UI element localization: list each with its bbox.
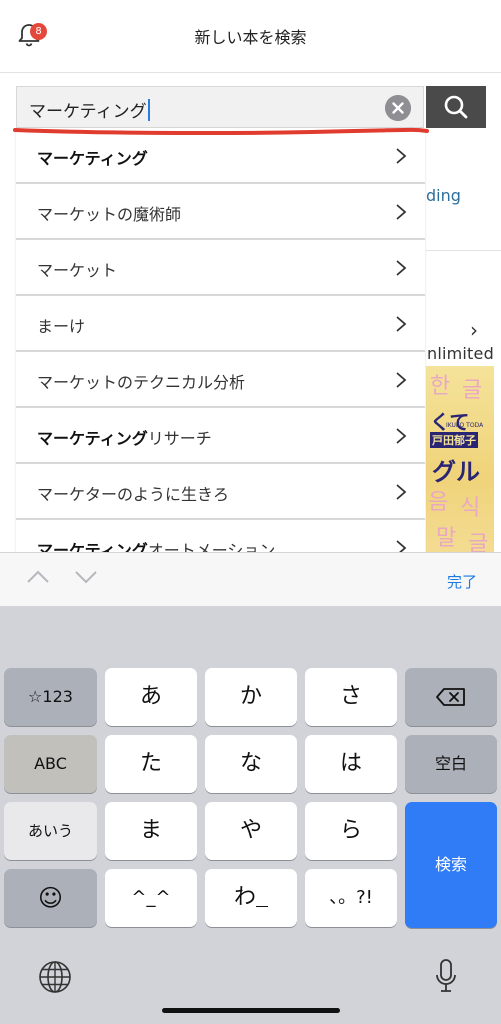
- suggestion-item[interactable]: まーけ: [16, 296, 425, 352]
- suggestion-rest-text: まーけ: [37, 317, 86, 336]
- microphone-icon[interactable]: [434, 958, 458, 994]
- book-cover-text: くて: [430, 410, 470, 434]
- key-ra[interactable]: ら: [305, 802, 397, 860]
- key-ha[interactable]: は: [305, 735, 397, 793]
- suggestion-label: マーケターのように生きろ: [37, 481, 229, 505]
- suggestion-label: マーケティングオートメーション: [37, 537, 275, 552]
- clear-x-icon[interactable]: [385, 95, 411, 121]
- book-title-fragment: グル: [432, 458, 480, 486]
- header-bar: 8 新しい本を検索: [0, 0, 501, 73]
- search-key[interactable]: 検索: [405, 802, 497, 928]
- search-input[interactable]: マーケティング: [16, 86, 424, 128]
- search-button[interactable]: [426, 86, 486, 128]
- suggestion-rest-text: マーケターのように生きろ: [37, 485, 230, 504]
- chevron-right-icon: [396, 372, 407, 388]
- magnifier-icon: [444, 95, 468, 119]
- suggestion-item[interactable]: マーケターのように生きろ: [16, 464, 425, 520]
- chevron-right-icon: [396, 148, 407, 164]
- unlimited-label-fragment: nlimited: [427, 344, 494, 363]
- key-wa-underscore: [256, 898, 268, 907]
- done-button[interactable]: 完了: [447, 571, 477, 592]
- key-na[interactable]: な: [205, 735, 297, 793]
- cover-pattern-glyph: 음: [428, 490, 449, 515]
- suggestion-rest-text: オートメーション: [147, 541, 276, 552]
- background-divider: [426, 250, 501, 251]
- key-a[interactable]: あ: [105, 668, 197, 726]
- suggestion-match-text: マーケティング: [37, 429, 148, 448]
- chevron-right-icon: [396, 540, 407, 552]
- suggestion-item[interactable]: マーケティングリサーチ: [16, 408, 425, 464]
- key-numbers[interactable]: ☆123: [4, 668, 97, 726]
- background-link-fragment[interactable]: ding: [426, 186, 461, 205]
- suggestion-label: マーケットの魔術師: [37, 201, 181, 225]
- suggestion-item[interactable]: マーケティングオートメーション: [16, 520, 425, 552]
- suggestion-label: まーけ: [37, 313, 85, 337]
- suggestion-item[interactable]: マーケットのテクニカル分析: [16, 352, 425, 408]
- emoji-key[interactable]: ☺: [4, 869, 97, 927]
- cover-pattern-glyph: 식: [460, 496, 481, 521]
- suggestion-match-text: マーケティング: [37, 541, 148, 552]
- home-indicator[interactable]: [162, 1008, 340, 1013]
- search-query-text: マーケティング: [29, 102, 147, 122]
- suggestion-label: マーケティング: [37, 145, 148, 169]
- suggestion-label: マーケット: [37, 257, 117, 281]
- key-ma[interactable]: ま: [105, 802, 197, 860]
- chevron-right-icon: [396, 428, 407, 444]
- book-cover-image[interactable]: 한 글 くて IKUKO TODA 戸田郁子 グル 음 식 말 글: [426, 366, 494, 552]
- suggestion-match-text: マーケティング: [37, 149, 148, 168]
- chevron-up-icon[interactable]: [26, 569, 50, 585]
- chevron-right-icon[interactable]: ›: [470, 318, 478, 342]
- cover-pattern-glyph: 글: [462, 378, 483, 403]
- chevron-right-icon: [396, 260, 407, 276]
- key-abc[interactable]: ABC: [4, 735, 97, 793]
- key-ka[interactable]: か: [205, 668, 297, 726]
- space-key[interactable]: 空白: [405, 735, 497, 793]
- suggestion-item[interactable]: マーケット: [16, 240, 425, 296]
- key-punctuation[interactable]: 、。?!: [305, 869, 397, 927]
- book-author-roman: IKUKO TODA: [446, 422, 484, 429]
- suggestion-rest-text: リサーチ: [147, 429, 212, 448]
- key-ta[interactable]: た: [105, 735, 197, 793]
- cover-pattern-glyph: 글: [468, 532, 489, 552]
- text-caret: [147, 99, 150, 121]
- book-author: 戸田郁子: [430, 432, 478, 448]
- suggestion-rest-text: マーケットの魔術師: [37, 205, 182, 224]
- chevron-down-icon[interactable]: [74, 569, 98, 585]
- search-suggestions-list: マーケティング マーケットの魔術師 マーケット まーけ マーケットのテクニカル分…: [16, 128, 425, 552]
- chevron-right-icon: [396, 204, 407, 220]
- suggestion-rest-text: マーケット: [37, 261, 118, 280]
- globe-icon[interactable]: [38, 960, 72, 994]
- suggestion-label: マーケティングリサーチ: [37, 425, 212, 449]
- suggestion-item[interactable]: マーケットの魔術師: [16, 184, 425, 240]
- red-underline-annotation: [13, 127, 429, 136]
- key-wa-label: わ: [233, 885, 256, 910]
- suggestion-rest-text: マーケットのテクニカル分析: [37, 373, 246, 392]
- page-title: 新しい本を検索: [194, 28, 307, 47]
- key-kaomoji[interactable]: ^_^: [105, 869, 197, 927]
- backspace-icon: [436, 688, 465, 706]
- search-input-value: マーケティング: [29, 97, 150, 122]
- chevron-right-icon: [396, 484, 407, 500]
- chevron-right-icon: [396, 316, 407, 332]
- key-wa[interactable]: わ: [205, 869, 297, 927]
- key-hiragana[interactable]: あいう: [4, 802, 97, 860]
- key-sa[interactable]: さ: [305, 668, 397, 726]
- japanese-keyboard: ☆123 あ か さ ABC た な は 空白 あいう ま や ら 検索 ☺ ^…: [0, 606, 501, 1024]
- backspace-key[interactable]: [405, 668, 497, 726]
- cover-pattern-glyph: 한: [430, 374, 451, 399]
- suggestion-label: マーケットのテクニカル分析: [37, 369, 245, 393]
- key-ya[interactable]: や: [205, 802, 297, 860]
- keyboard-toolbar: 完了: [0, 552, 501, 607]
- cover-pattern-glyph: 말: [436, 526, 457, 551]
